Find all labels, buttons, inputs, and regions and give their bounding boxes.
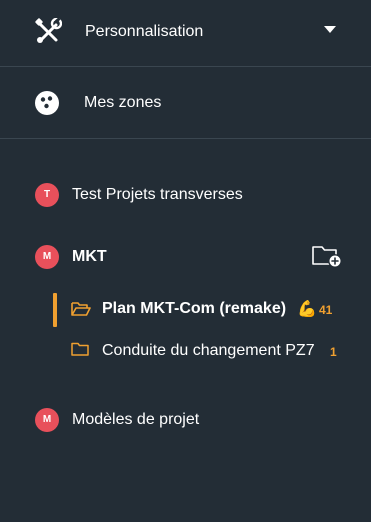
project-name: Plan MKT-Com (remake) xyxy=(102,300,287,317)
folder-icon xyxy=(71,342,89,356)
zones-label: Mes zones xyxy=(84,94,162,111)
bowling-ball-icon xyxy=(35,91,59,115)
project-count: 41 xyxy=(319,303,333,317)
project-name: Conduite du changement PZ7 xyxy=(102,342,315,359)
active-project-indicator xyxy=(53,293,57,327)
workspace-name: Test Projets transverses xyxy=(72,186,243,203)
caret-down-icon[interactable] xyxy=(324,26,336,34)
muscle-emoji: 💪 xyxy=(297,301,317,318)
workspace-name: MKT xyxy=(72,248,107,265)
workspace-avatar: M xyxy=(35,245,59,269)
folder-open-icon xyxy=(71,302,91,316)
workspace-avatar: T xyxy=(35,183,59,207)
tools-icon xyxy=(35,18,62,43)
workspace-name: Modèles de projet xyxy=(72,411,200,428)
folder-add-icon[interactable] xyxy=(311,244,343,268)
personalisation-section[interactable]: Personnalisation xyxy=(0,0,371,67)
project-count: 1 xyxy=(330,345,337,359)
personalisation-label: Personnalisation xyxy=(85,23,204,40)
workspace-avatar: M xyxy=(35,408,59,432)
zones-section[interactable]: Mes zones xyxy=(0,67,371,139)
